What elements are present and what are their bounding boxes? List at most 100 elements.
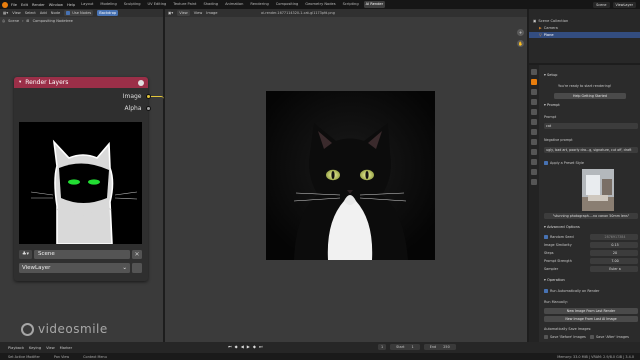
image-editor-type-icon[interactable]: ▣▾	[168, 11, 173, 15]
scene-field[interactable]: Scene	[34, 249, 130, 259]
collapse-icon[interactable]: ▾	[19, 80, 21, 85]
menu-view[interactable]: View	[12, 11, 21, 15]
start-frame-field[interactable]: Start 1	[390, 344, 420, 350]
constraint-tab-icon[interactable]	[531, 159, 537, 165]
new-image-from-last-render-button[interactable]: New Image From Last Render	[544, 308, 638, 314]
random-seed-checkbox[interactable]: Random Seed	[544, 235, 574, 239]
menu-view-image[interactable]: View	[194, 11, 203, 15]
use-nodes-toggle[interactable]: Use Nodes	[64, 10, 94, 16]
tab-sculpting[interactable]: Sculpting	[122, 1, 143, 8]
view-layer-tab-icon[interactable]	[531, 99, 537, 105]
sampler-dropdown[interactable]: Euler a	[590, 266, 638, 272]
apply-preset-checkbox[interactable]: Apply a Preset Style	[544, 161, 584, 165]
tab-animation[interactable]: Animation	[223, 1, 245, 8]
menu-node[interactable]: Node	[51, 11, 60, 15]
section-advanced-options[interactable]: ▾ Advanced Options	[540, 223, 640, 231]
view-layer-field[interactable]: ViewLayer ⌄	[19, 263, 130, 273]
data-tab-icon[interactable]	[531, 169, 537, 175]
backdrop-toggle[interactable]: Backdrop	[97, 10, 119, 16]
new-image-from-last-ai-button[interactable]: New Image From Last AI Image	[544, 316, 638, 322]
prompt-strength-field[interactable]: 7.00	[590, 258, 638, 264]
preset-style-field[interactable]: "stunning photograph....no canon 50mm le…	[544, 213, 638, 219]
view-mode-selector[interactable]: View	[177, 10, 190, 16]
end-frame-field[interactable]: End 250	[423, 344, 456, 350]
timeline-playback[interactable]: Playback	[8, 346, 24, 350]
random-seed-field[interactable]: 2876917384	[590, 234, 638, 240]
menu-edit[interactable]: Edit	[21, 3, 28, 7]
tab-modeling[interactable]: Modeling	[98, 1, 118, 8]
tab-ai-render[interactable]: AI Render	[363, 1, 386, 8]
random-seed-label: Random Seed	[550, 235, 574, 239]
properties-panel[interactable]: ▾ Setup You're ready to start rendering!…	[529, 65, 640, 342]
section-operation[interactable]: ▾ Operation	[540, 276, 640, 284]
image-socket[interactable]	[145, 94, 151, 99]
tab-geometry-nodes[interactable]: Geometry Nodes	[303, 1, 337, 8]
node-header[interactable]: ▾ Render Layers	[14, 77, 148, 88]
negative-prompt-input[interactable]: ugly, bad art, poorly dra...g, signature…	[544, 147, 638, 153]
scene-selector[interactable]: Scene	[593, 1, 610, 8]
material-tab-icon[interactable]	[531, 179, 537, 185]
tab-scripting[interactable]: Scripting	[341, 1, 361, 8]
steps-field[interactable]: 20	[590, 250, 638, 256]
image-filename[interactable]: ai-render-1677114320-1-cat-gl1173pfd.png	[261, 11, 335, 15]
menu-render[interactable]: Render	[32, 3, 45, 7]
scene-browse-icon[interactable]: ♣▾	[19, 249, 32, 259]
tab-shading[interactable]: Shading	[201, 1, 220, 8]
scene-tab-icon[interactable]	[531, 109, 537, 115]
jump-start-icon[interactable]: ⏮	[228, 344, 232, 349]
menu-add[interactable]: Add	[40, 11, 47, 15]
outliner-row-camera[interactable]: ▶ Camera	[539, 25, 558, 31]
section-prompt[interactable]: ▾ Prompt	[540, 101, 640, 109]
menu-help[interactable]: Help	[67, 3, 75, 7]
tool-tab-icon[interactable]	[531, 69, 537, 75]
outliner-row-plane[interactable]: ▽ Plane	[529, 32, 640, 38]
output-tab-icon[interactable]	[531, 89, 537, 95]
next-key-icon[interactable]: ◆	[253, 344, 256, 349]
object-tab-icon[interactable]	[531, 129, 537, 135]
tab-uv-editing[interactable]: UV Editing	[146, 1, 169, 8]
run-automatically-checkbox[interactable]: Run Automatically on Render	[544, 289, 599, 293]
save-after-checkbox[interactable]: Save 'After' Images	[590, 335, 629, 339]
zoom-icon[interactable]: +	[517, 29, 524, 36]
help-getting-started-button[interactable]: Help Getting Started	[554, 93, 626, 99]
menu-image[interactable]: Image	[206, 11, 217, 15]
close-icon[interactable]: ✕	[132, 249, 142, 259]
render-layer-icon[interactable]	[132, 263, 142, 273]
prev-key-icon[interactable]: ◆	[235, 344, 238, 349]
editor-type-icon[interactable]: ▦▾	[3, 11, 8, 15]
section-setup[interactable]: ▾ Setup	[540, 71, 640, 79]
image-similarity-field[interactable]: 0.15	[590, 242, 638, 248]
tab-layout[interactable]: Layout	[79, 1, 95, 8]
play-icon[interactable]: ▶	[247, 344, 250, 349]
tab-texture-paint[interactable]: Texture Paint	[171, 1, 198, 8]
modifier-tab-icon[interactable]	[531, 139, 537, 145]
preset-thumbnail[interactable]	[582, 169, 614, 211]
world-tab-icon[interactable]	[531, 119, 537, 125]
tab-rendering[interactable]: Rendering	[248, 1, 270, 8]
outliner[interactable]: ▣ Scene Collection ▶ Camera ▽ Plane	[529, 9, 640, 63]
save-before-checkbox[interactable]: Save 'Before' Images	[544, 335, 586, 339]
prompt-input[interactable]: cat	[544, 123, 638, 129]
image-editor[interactable]: ▣▾ View View Image ai-render-1677114320-…	[165, 9, 527, 342]
menu-file[interactable]: File	[11, 3, 17, 7]
menu-window[interactable]: Window	[49, 3, 63, 7]
timeline-keying[interactable]: Keying	[29, 346, 41, 350]
alpha-socket[interactable]	[145, 106, 151, 111]
current-frame-field[interactable]: 1	[378, 344, 387, 350]
timeline-view[interactable]: View	[46, 346, 55, 350]
outliner-row-scene-collection[interactable]: ▣ Scene Collection	[533, 18, 568, 24]
blender-logo-icon[interactable]	[2, 1, 8, 8]
render-layers-node[interactable]: ▾ Render Layers Image Alpha ♣▾ Scene ✕ V…	[14, 77, 151, 281]
start-label: Start	[393, 345, 408, 349]
pan-icon[interactable]: ✋	[517, 40, 524, 47]
menu-select[interactable]: Select	[25, 11, 36, 15]
render-tab-icon[interactable]	[531, 79, 537, 85]
compositor-node-editor[interactable]: ▦▾ View Select Add Node Use Nodes Backdr…	[0, 9, 164, 342]
physics-tab-icon[interactable]	[531, 149, 537, 155]
mesh-icon: ▽	[539, 33, 542, 37]
timeline-marker[interactable]: Marker	[60, 346, 72, 350]
play-reverse-icon[interactable]: ◀	[241, 344, 244, 349]
jump-end-icon[interactable]: ⏭	[259, 344, 263, 349]
tab-compositing[interactable]: Compositing	[274, 1, 301, 8]
view-layer-selector[interactable]: ViewLayer	[612, 1, 636, 8]
